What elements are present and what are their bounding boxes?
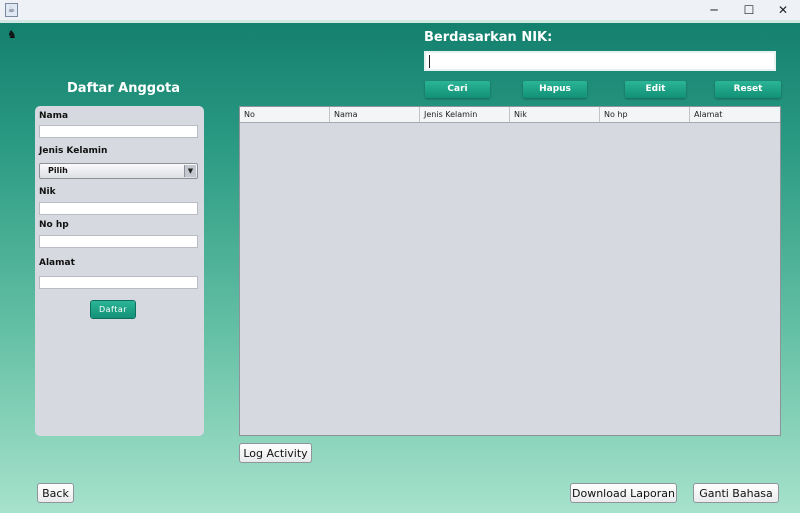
edit-button[interactable]: Edit [625,81,686,98]
nohp-label: No hp [39,220,69,230]
minimize-button[interactable]: ─ [697,0,731,20]
maximize-button[interactable]: ☐ [732,0,766,20]
title-bar: ☕ ─ ☐ ✕ [0,0,800,20]
column-header-no[interactable]: No [240,107,330,122]
cari-button[interactable]: Cari [425,81,490,98]
registration-form-panel: Nama Jenis Kelamin Pilih ▼ Nik No hp Ala… [35,106,204,436]
ganti-bahasa-button[interactable]: Ganti Bahasa [693,483,779,503]
close-button[interactable]: ✕ [766,0,800,20]
jenis-kelamin-label: Jenis Kelamin [39,146,108,156]
anggota-table[interactable]: No Nama Jenis Kelamin Nik No hp Alamat [239,106,781,436]
column-header-jenis-kelamin[interactable]: Jenis Kelamin [420,107,510,122]
alamat-input[interactable] [39,276,198,289]
nik-label: Nik [39,187,56,197]
nik-input[interactable] [39,202,198,215]
jenis-kelamin-selected: Pilih [48,166,68,175]
close-icon: ✕ [777,3,789,17]
nik-search-input[interactable] [424,51,776,71]
java-app-icon: ☕ [5,3,18,17]
column-header-nik[interactable]: Nik [510,107,600,122]
log-activity-button[interactable]: Log Activity [239,443,312,463]
reset-button[interactable]: Reset [715,81,781,98]
download-laporan-button[interactable]: Download Laporan [570,483,677,503]
column-header-nohp[interactable]: No hp [600,107,690,122]
dropdown-arrow-icon: ▼ [184,165,196,177]
column-header-alamat[interactable]: Alamat [690,107,780,122]
back-button[interactable]: Back [37,483,74,503]
minimize-icon: ─ [710,3,718,17]
form-title: Daftar Anggota [67,81,180,96]
text-caret [429,55,430,68]
nama-input[interactable] [39,125,198,138]
maximize-icon: ☐ [743,3,755,17]
hapus-button[interactable]: Hapus [523,81,587,98]
main-window: ♞ Berdasarkan NIK: Cari Hapus Edit Reset… [0,20,800,513]
jenis-kelamin-select[interactable]: Pilih ▼ [39,163,198,179]
table-header: No Nama Jenis Kelamin Nik No hp Alamat [240,107,780,123]
app-logo-icon: ♞ [7,28,17,41]
daftar-button[interactable]: Daftar [91,301,135,318]
nohp-input[interactable] [39,235,198,248]
alamat-label: Alamat [39,258,75,268]
search-heading: Berdasarkan NIK: [424,30,553,45]
column-header-nama[interactable]: Nama [330,107,420,122]
nama-label: Nama [39,111,69,121]
